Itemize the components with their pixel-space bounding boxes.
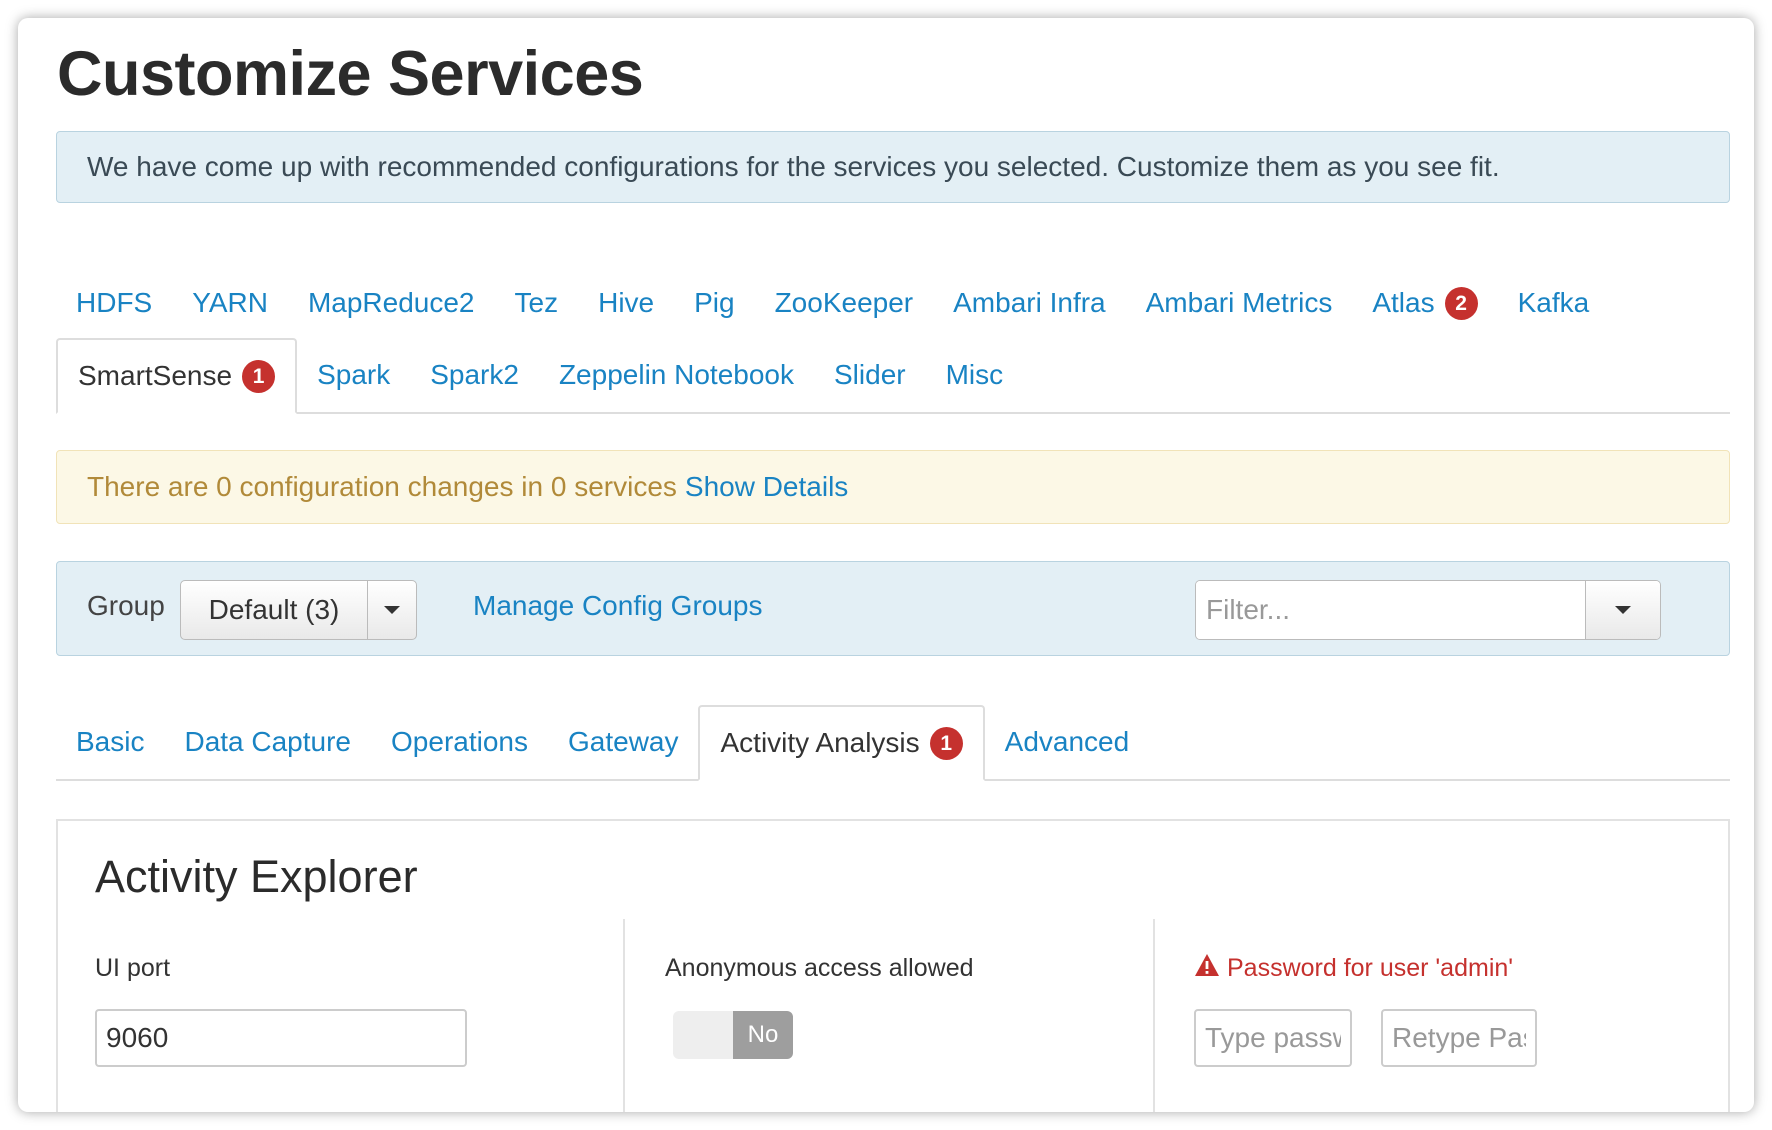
tab-mapreduce2[interactable]: MapReduce2 [288,266,495,340]
tab-pig[interactable]: Pig [674,266,754,340]
anonymous-access-toggle[interactable]: No [673,1011,793,1059]
tab-activity-analysis[interactable]: Activity Analysis 1 [698,705,985,781]
tab-operations[interactable]: Operations [371,705,548,779]
group-label: Group [87,590,165,621]
tab-yarn[interactable]: YARN [172,266,288,340]
smartsense-alert-badge: 1 [242,359,276,393]
tab-misc[interactable]: Misc [926,338,1024,412]
page-title: Customize Services [57,39,644,109]
ui-port-label: UI port [95,954,171,982]
config-changes-alert: There are 0 configuration changes in 0 s… [56,450,1730,524]
caret-down-icon [384,606,400,614]
tab-gateway[interactable]: Gateway [548,705,699,779]
tab-advanced[interactable]: Advanced [985,705,1150,779]
password-input[interactable] [1194,1009,1352,1067]
tab-ambari-metrics[interactable]: Ambari Metrics [1126,266,1353,340]
tab-hive[interactable]: Hive [578,266,674,340]
column-divider [623,919,625,1112]
service-tabs: HDFS YARN MapReduce2 Tez Hive Pig ZooKee… [56,266,1730,414]
column-divider [1153,919,1155,1112]
filter-dropdown-toggle[interactable] [1585,581,1660,639]
info-alert-text: We have come up with recommended configu… [87,151,1500,182]
password-label-text: Password for user 'admin' [1227,954,1514,982]
tab-basic[interactable]: Basic [56,705,164,779]
tab-hdfs[interactable]: HDFS [56,266,172,340]
atlas-alert-badge: 2 [1444,286,1478,320]
retype-password-input[interactable] [1381,1009,1537,1067]
filter-control [1195,580,1661,640]
ui-port-input[interactable] [95,1009,467,1067]
config-group-dropdown-toggle[interactable] [368,581,416,639]
toggle-state-label: No [733,1011,793,1059]
tab-zookeeper[interactable]: ZooKeeper [755,266,934,340]
config-group-bar: Group Default (3) Manage Config Groups [56,561,1730,656]
activity-explorer-panel: Activity Explorer UI port Anonymous acce… [56,819,1730,1112]
manage-config-groups-link[interactable]: Manage Config Groups [473,590,763,622]
tab-ambari-infra[interactable]: Ambari Infra [933,266,1126,340]
config-group-select: Default (3) [180,580,417,640]
info-alert: We have come up with recommended configu… [56,131,1730,203]
tab-atlas[interactable]: Atlas 2 [1352,266,1497,340]
filter-input[interactable] [1196,581,1585,639]
customize-services-window: Customize Services We have come up with … [18,18,1754,1112]
tab-slider[interactable]: Slider [814,338,926,412]
config-changes-text: There are 0 configuration changes in 0 s… [87,471,677,502]
tab-tez[interactable]: Tez [495,266,579,340]
tab-kafka[interactable]: Kafka [1498,266,1610,340]
caret-down-icon [1615,606,1631,614]
anonymous-access-label: Anonymous access allowed [665,954,974,982]
section-title: Activity Explorer [95,851,418,902]
tab-zeppelin-notebook[interactable]: Zeppelin Notebook [539,338,814,412]
tab-data-capture[interactable]: Data Capture [164,705,371,779]
tab-smartsense[interactable]: SmartSense 1 [56,338,298,414]
password-label: Password for user 'admin' [1194,953,1513,984]
service-tabs-row-2: SmartSense 1 Spark Spark2 Zeppelin Noteb… [56,338,1024,414]
tab-spark[interactable]: Spark [297,338,410,412]
config-section-tabs: Basic Data Capture Operations Gateway Ac… [56,705,1730,781]
warning-triangle-icon [1194,953,1220,984]
config-group-button[interactable]: Default (3) [181,581,368,639]
toggle-track [673,1011,733,1059]
tab-spark2[interactable]: Spark2 [410,338,539,412]
show-details-link[interactable]: Show Details [685,471,848,503]
service-tabs-row-1: HDFS YARN MapReduce2 Tez Hive Pig ZooKee… [56,266,1609,340]
activity-analysis-alert-badge: 1 [929,726,963,760]
